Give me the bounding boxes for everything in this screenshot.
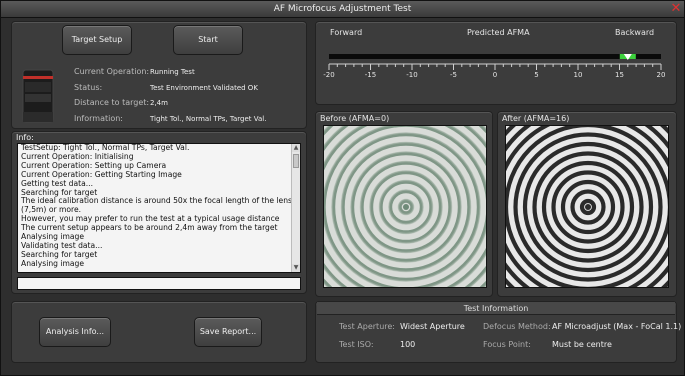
target-setup-button[interactable]: Target Setup [62,25,132,55]
lens-icon [22,69,54,123]
log-line: Analysing image [21,258,85,268]
forward-label: Forward [330,28,363,37]
log-scrollbar[interactable]: ▲ ▼ [291,144,300,272]
afma-scale: -20 -15 -10 -5 0 5 10 15 20 [323,54,666,79]
current-operation-label: Current Operation: [74,67,150,76]
test-aperture-label: Test Aperture: [339,322,395,331]
afma-tick-label: 20 [657,71,666,79]
focus-point-value: Must be centre [552,340,612,349]
scroll-up-icon[interactable]: ▲ [292,144,300,152]
analysis-info-button[interactable]: Analysis Info... [39,317,111,347]
defocus-method-label: Defocus Method: [483,322,551,331]
afma-tick-label: 10 [574,71,583,79]
afma-tick-label: -15 [365,71,376,79]
predicted-afma-label: Predicted AFMA [467,28,530,37]
target-center [585,204,591,210]
afma-tick-label: -10 [406,71,417,79]
afma-track [329,54,661,59]
afma-tick-label: 5 [534,71,538,79]
current-operation-value: Running Test [150,68,195,76]
save-report-button[interactable]: Save Report... [194,317,262,347]
after-image [505,125,669,288]
backward-label: Backward [615,28,655,37]
start-button[interactable]: Start [173,25,243,55]
before-image [323,125,487,288]
app-window: AF Microfocus Adjustment Test ✕ Target S… [0,0,685,376]
test-iso-label: Test ISO: [339,340,374,349]
test-information-header: Test Information [317,302,675,315]
scroll-thumb[interactable] [293,154,299,168]
test-iso-value: 100 [400,340,416,349]
information-value: Tight Tol., Normal TPs, Target Val. [150,115,267,123]
afma-tick-label: -5 [450,71,457,79]
distance-value: 2,4m [150,99,168,107]
info-label: Info: [16,133,34,142]
status-value: Test Environment Validated OK [150,84,258,92]
focus-point-label: Focus Point: [483,340,531,349]
log-lines: TestSetup: Tight Tol., Normal TPs, Targe… [18,144,300,269]
status-label: Status: [74,83,103,92]
defocus-method-value: AF Microadjust (Max - FoCal 1.1) [552,322,682,331]
target-center [403,204,409,210]
close-icon[interactable]: ✕ [670,2,682,15]
title-bar: AF Microfocus Adjustment Test ✕ [1,1,684,18]
afma-tick-label: 15 [615,71,624,79]
information-label: Information: [74,114,124,123]
afma-tick-label: -20 [323,71,334,79]
test-information-title: Test Information [463,304,529,313]
distance-label: Distance to target: [74,98,150,107]
after-title: After (AFMA=16) [502,114,570,123]
scroll-down-icon[interactable]: ▼ [292,264,300,272]
window-title: AF Microfocus Adjustment Test [273,4,412,14]
test-aperture-value: Widest Aperture [400,322,465,331]
command-input[interactable] [17,277,301,290]
afma-tick-label: 0 [493,71,497,79]
before-title: Before (AFMA=0) [320,114,390,123]
info-log[interactable]: TestSetup: Tight Tol., Normal TPs, Targe… [17,143,301,273]
